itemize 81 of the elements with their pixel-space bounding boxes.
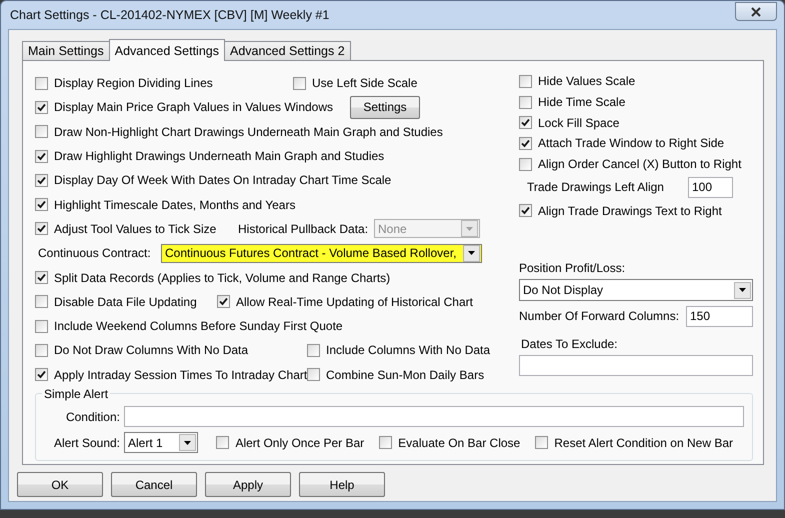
window-title: Chart Settings - CL-201402-NYMEX [CBV] [M] Weekly #1 (9, 8, 330, 22)
condition-field[interactable] (124, 406, 744, 428)
checkbox-label: Hide Time Scale (538, 95, 626, 110)
checkbox[interactable] (35, 222, 48, 236)
checkbox[interactable] (307, 368, 320, 382)
checkbox-label: Adjust Tool Values to Tick Size (54, 222, 216, 236)
checkbox-label: Draw Highlight Drawings Underneath Main Graph and Studies (54, 149, 384, 164)
checkbox-label: Evaluate On Bar Close (398, 436, 520, 450)
checkbox[interactable] (519, 136, 532, 150)
field-label: Alert Sound: (52, 436, 120, 450)
checkbox-label: Reset Alert Condition on New Bar (554, 436, 733, 450)
field-label: Condition: (64, 410, 120, 424)
close-icon (751, 6, 761, 16)
dropdown[interactable]: Continuous Futures Contract - Volume Based Rollover, (161, 244, 482, 263)
checkbox-label: Allow Real-Time Updating of Historical Chart (236, 294, 473, 309)
checkbox[interactable] (519, 96, 532, 109)
close-button[interactable] (735, 2, 777, 21)
caret-icon (739, 288, 746, 292)
checkbox-label: Display Region Dividing Lines (54, 76, 213, 90)
checkbox[interactable] (535, 436, 548, 450)
checkbox[interactable] (35, 76, 48, 90)
checkbox[interactable] (35, 368, 48, 382)
checkbox-label: Combine Sun-Mon Daily Bars (326, 368, 484, 382)
checkbox-label: Display Day Of Week With Dates On Intraday Chart Time Scale (54, 173, 392, 188)
dialog-button[interactable]: Cancel (111, 472, 197, 497)
checkbox[interactable] (519, 116, 532, 130)
checkbox-label: Draw Non-Highlight Chart Drawings Underneath Main Graph and Studies (54, 124, 443, 139)
checkbox[interactable] (35, 125, 48, 138)
dropdown[interactable]: Alert 1 (124, 432, 198, 454)
checkbox[interactable] (307, 344, 320, 357)
checkbox-label: Include Weekend Columns Before Sunday First Quote (54, 319, 343, 334)
checkbox-label: Split Data Records (Applies to Tick, Volume and Range Charts) (54, 270, 390, 285)
checkbox-label: Align Order Cancel (X) Button to Right (538, 157, 742, 172)
checkbox-label: Apply Intraday Session Times To Intraday Chart (54, 368, 308, 382)
checkbox[interactable] (35, 100, 48, 114)
dropdown[interactable]: Do Not Display (519, 279, 753, 302)
field-label: Dates To Exclude: (520, 337, 618, 352)
checkbox[interactable] (216, 436, 230, 450)
field-label: Trade Drawings Left Align (527, 180, 664, 194)
checkbox[interactable] (35, 198, 48, 212)
tab[interactable]: Main Settings (22, 41, 110, 60)
field-label: Position Profit/Loss: (519, 261, 626, 276)
dialog-button[interactable]: Apply (205, 472, 291, 497)
checkbox-label: Disable Data File Updating (54, 294, 197, 309)
checkbox-label: Lock Fill Space (538, 116, 620, 130)
tab[interactable]: Advanced Settings 2 (224, 41, 351, 60)
group-title: Simple Alert (43, 386, 110, 401)
checkbox[interactable] (519, 74, 532, 88)
dialog-button[interactable]: OK (17, 472, 103, 497)
input-field[interactable] (519, 355, 753, 376)
number-field[interactable]: 150 (686, 306, 753, 327)
caret-icon (466, 226, 473, 231)
checkbox[interactable] (379, 436, 392, 450)
caret-icon (468, 251, 475, 256)
checkbox-label: Use Left Side Scale (312, 76, 418, 90)
checkbox[interactable] (35, 271, 48, 284)
checkbox[interactable] (217, 295, 230, 308)
checkbox-label: Highlight Timescale Dates, Months and Years (54, 198, 296, 212)
field-label: Continuous Contract: (37, 246, 152, 260)
checkbox-label: Display Main Price Graph Values in Values Windows (54, 100, 334, 114)
checkbox[interactable] (35, 150, 48, 163)
caret-icon (184, 440, 192, 445)
checkbox[interactable] (293, 76, 306, 90)
dialog-button[interactable]: Help (299, 472, 385, 497)
checkbox-label: Do Not Draw Columns With No Data (54, 343, 248, 358)
settings-button[interactable]: Settings (350, 96, 420, 119)
checkbox[interactable] (35, 295, 48, 308)
checkbox-label: Align Trade Drawings Text to Right (538, 204, 722, 218)
checkbox[interactable] (519, 204, 532, 218)
checkbox[interactable] (35, 344, 48, 357)
checkbox-label: Hide Values Scale (538, 74, 636, 88)
checkbox[interactable] (35, 174, 48, 187)
checkbox-label: Alert Only Once Per Bar (235, 436, 364, 450)
checkbox[interactable] (35, 320, 48, 333)
field-label: Historical Pullback Data: (237, 222, 370, 236)
checkbox-label: Include Columns With No Data (326, 343, 490, 358)
number-field[interactable]: 100 (688, 176, 733, 198)
checkbox[interactable] (519, 158, 532, 171)
tab[interactable]: Advanced Settings (108, 39, 225, 61)
checkbox-label: Attach Trade Window to Right Side (538, 136, 724, 150)
field-label: Number Of Forward Columns: (519, 309, 680, 324)
